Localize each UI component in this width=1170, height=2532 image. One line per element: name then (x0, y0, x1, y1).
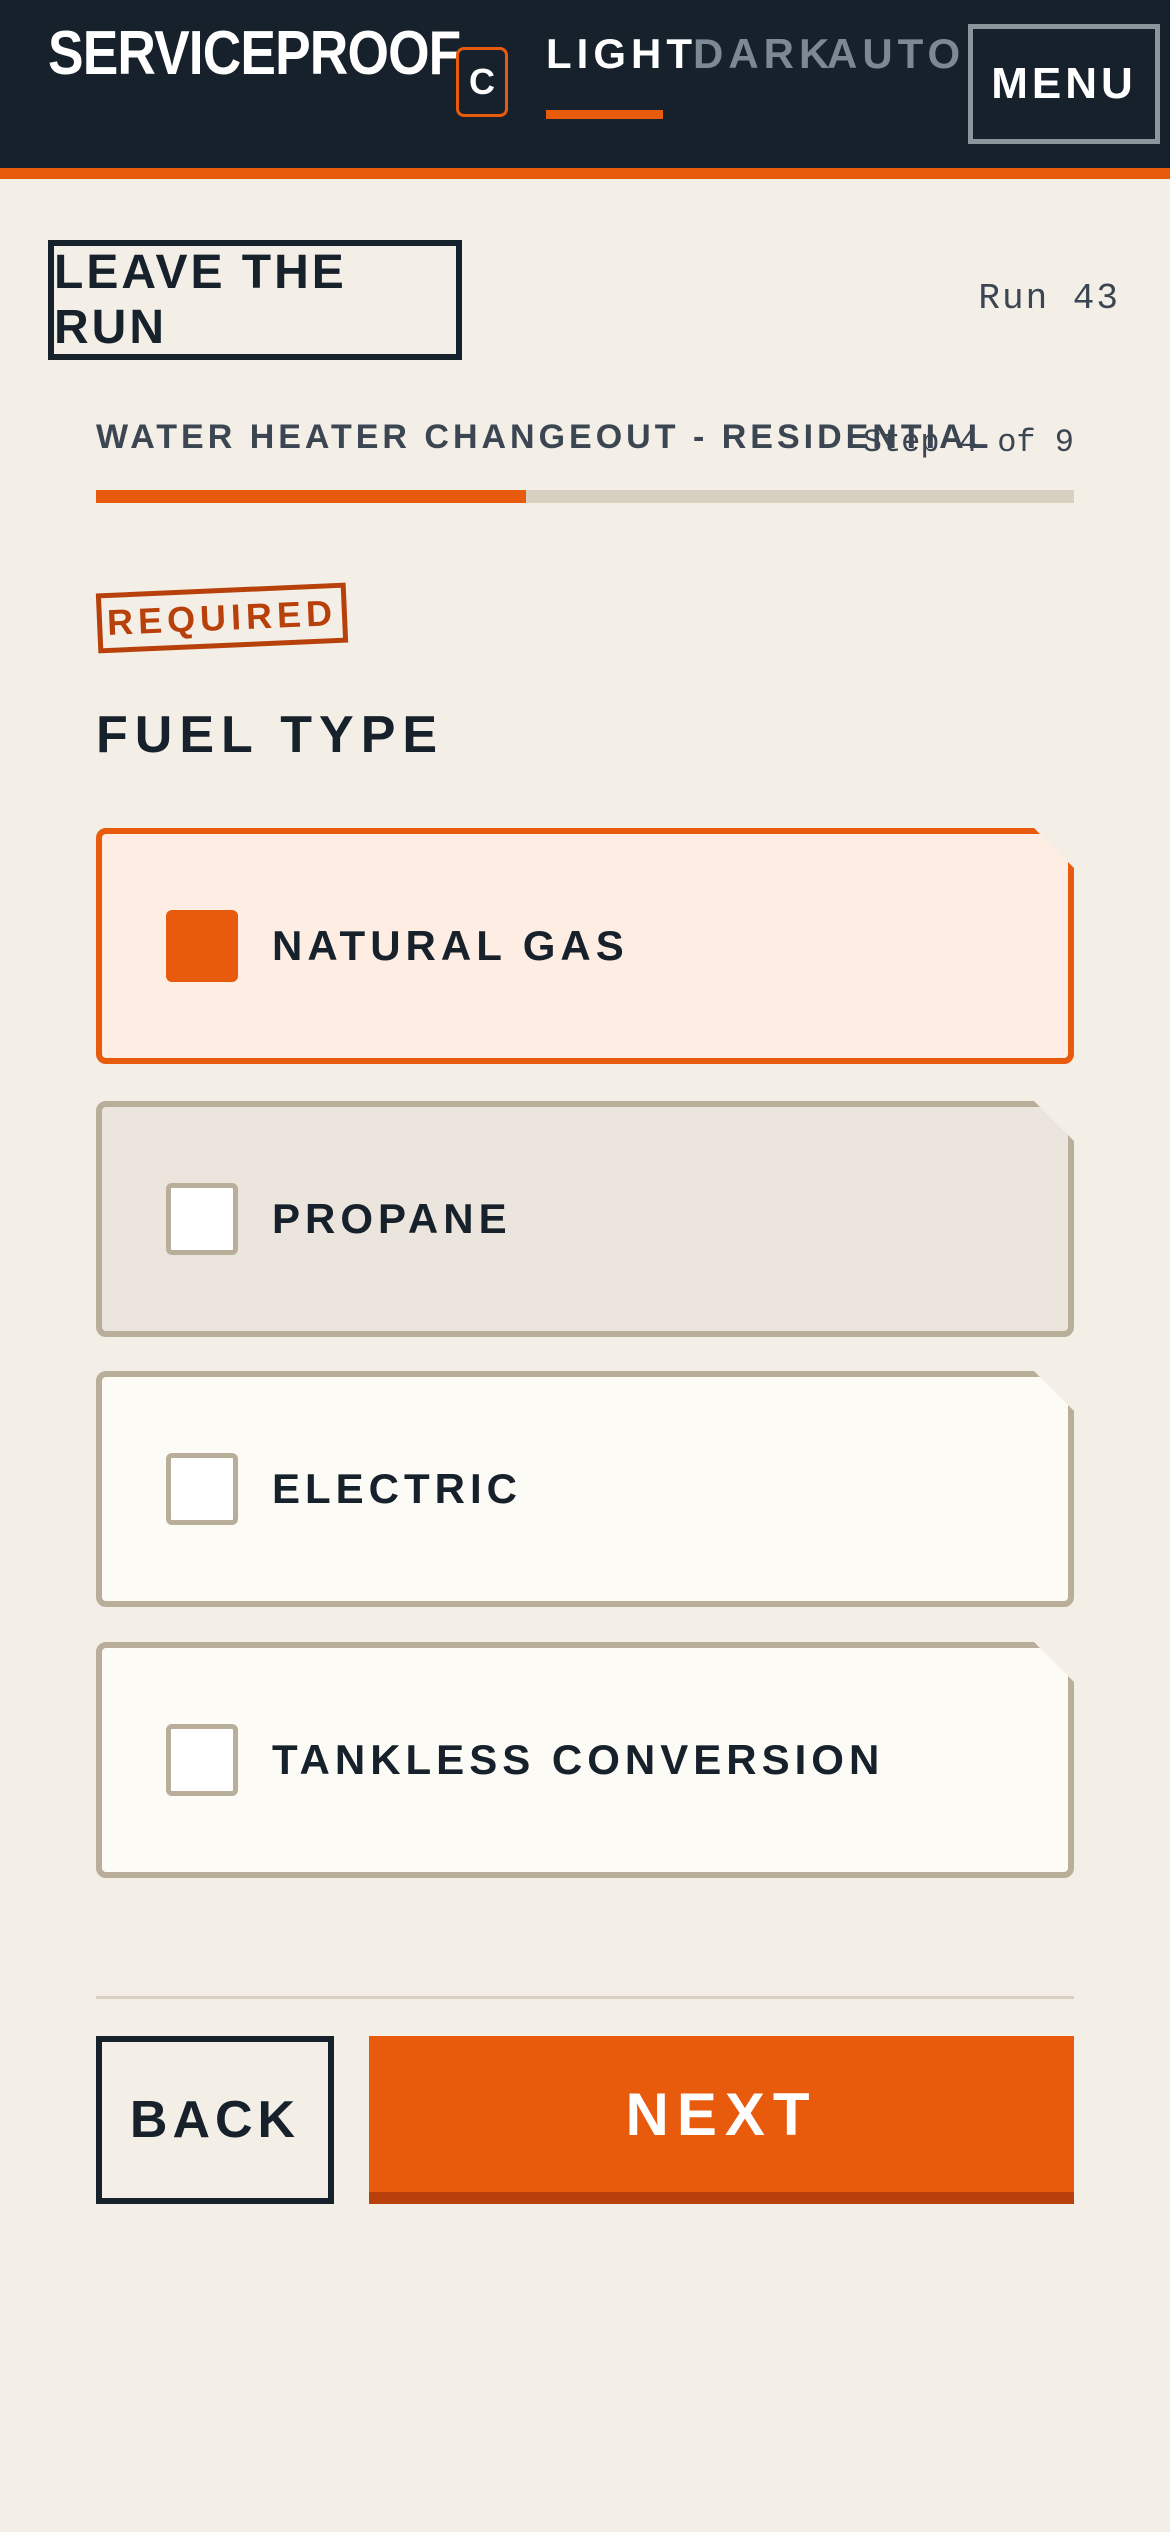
step-counter: Step 4 of 9 (862, 424, 1074, 461)
question-title: FUEL TYPE (96, 706, 445, 764)
option-checkbox[interactable] (166, 910, 238, 982)
active-tab-indicator (546, 110, 663, 119)
back-button[interactable]: BACK (96, 2036, 334, 2204)
required-badge: REQUIRED (95, 582, 349, 654)
menu-button[interactable]: MENU (968, 24, 1160, 144)
progress-fill (96, 490, 527, 503)
tab-auto[interactable]: AUTO (827, 30, 965, 118)
option-checkbox[interactable] (166, 1183, 238, 1255)
run-number: Run 43 (978, 278, 1120, 319)
progress-bar (96, 490, 1074, 503)
option-checkbox[interactable] (166, 1453, 238, 1525)
option-electric[interactable]: ELECTRIC (96, 1371, 1074, 1607)
option-label: TANKLESS CONVERSION (272, 1736, 885, 1783)
task-title: WATER HEATER CHANGEOUT - RESIDENTIAL (96, 418, 993, 456)
option-checkbox[interactable] (166, 1724, 238, 1796)
footer-divider (96, 1996, 1074, 1999)
option-label: NATURAL GAS (272, 922, 629, 969)
leave-run-button[interactable]: LEAVE THE RUN (48, 240, 462, 360)
option-label: PROPANE (272, 1195, 512, 1242)
option-label: ELECTRIC (272, 1465, 522, 1512)
tab-light[interactable]: LIGHT (546, 30, 697, 118)
option-propane[interactable]: PROPANE (96, 1101, 1074, 1337)
next-button[interactable]: NEXT (369, 2036, 1074, 2204)
brand-logo[interactable]: SERVICEPROOF (48, 18, 461, 89)
theme-indicator[interactable]: C (456, 47, 508, 117)
option-natural-gas[interactable]: NATURAL GAS (96, 828, 1074, 1064)
tab-dark[interactable]: DARK (693, 30, 834, 118)
option-tankless-conversion[interactable]: TANKLESS CONVERSION (96, 1642, 1074, 1878)
app-header: SERVICEPROOF C LIGHT DARK AUTO MENU (0, 0, 1170, 179)
